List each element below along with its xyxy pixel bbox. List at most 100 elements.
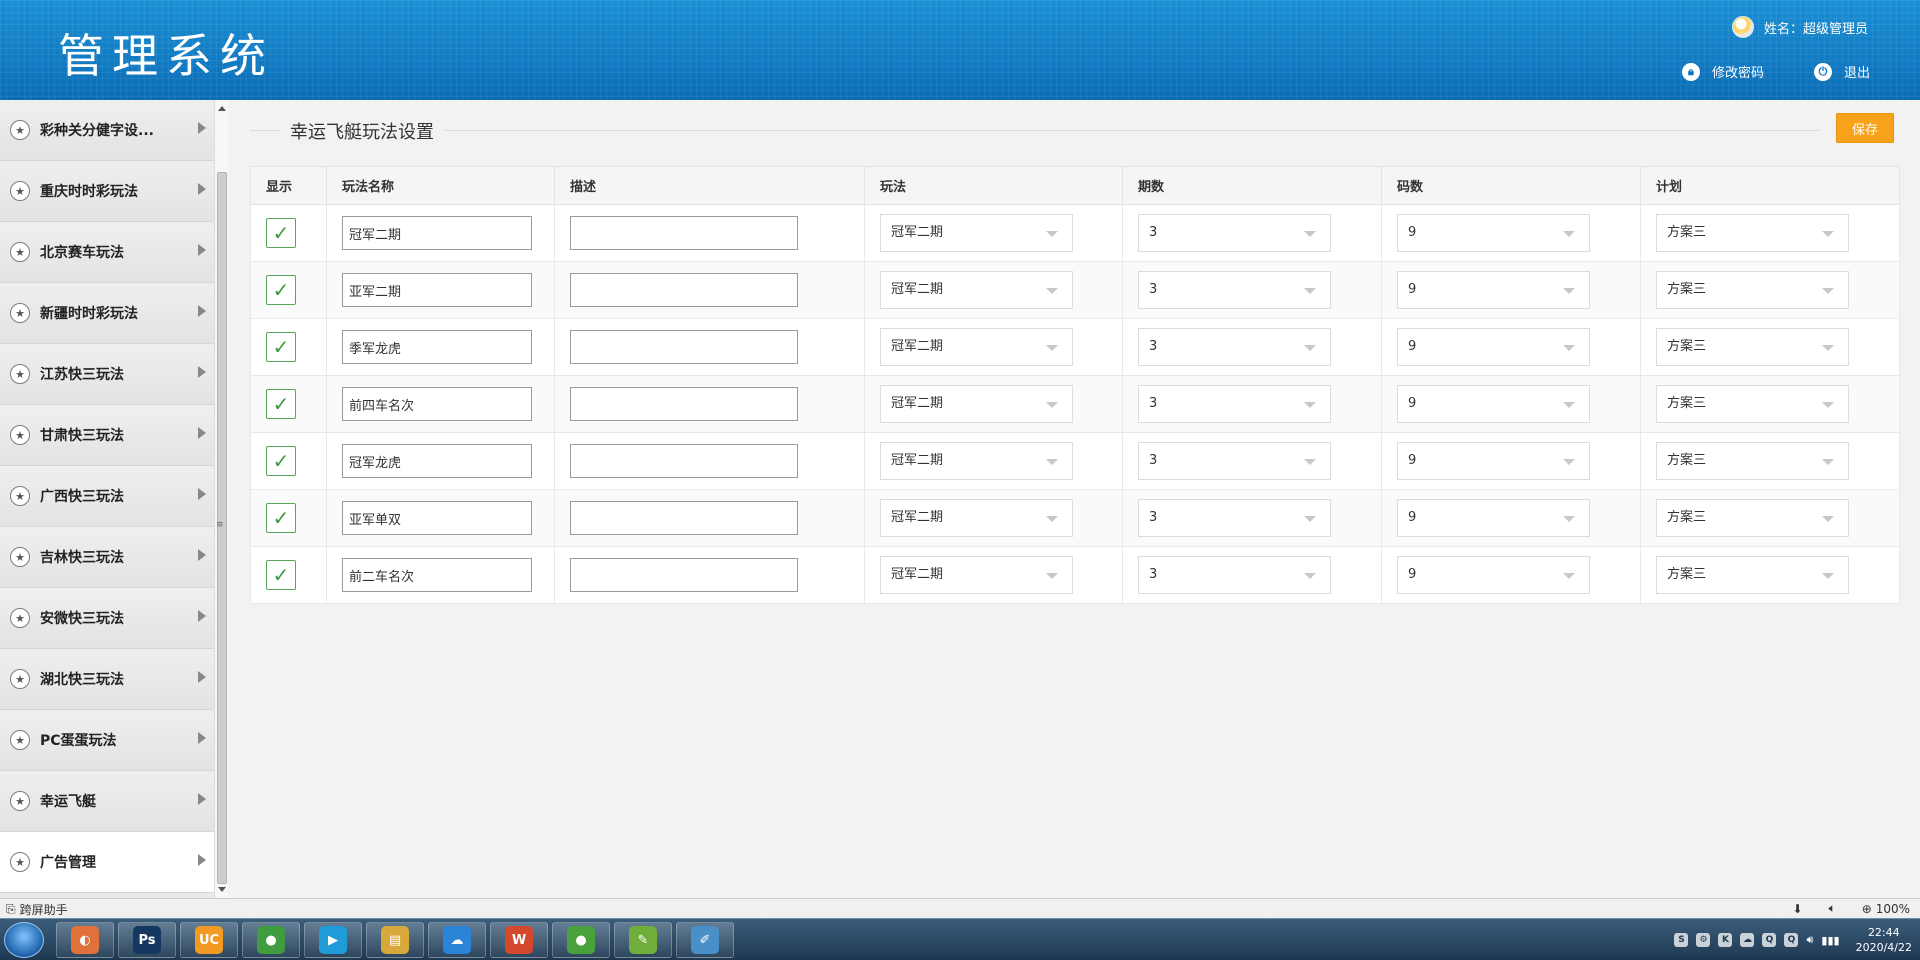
scroll-up-arrow-icon[interactable] bbox=[218, 106, 226, 111]
play-select[interactable]: 冠军二期 bbox=[880, 385, 1073, 423]
zoom-control[interactable]: ⊕ 100% bbox=[1862, 902, 1910, 916]
codes-select[interactable]: 9 bbox=[1397, 556, 1590, 594]
sidebar-scrollbar[interactable]: ≡ bbox=[214, 100, 228, 898]
codes-select[interactable]: 9 bbox=[1397, 271, 1590, 309]
change-password-link[interactable]: 🔒︎ 修改密码 bbox=[1681, 62, 1764, 81]
taskbar-app[interactable]: UC bbox=[180, 922, 238, 958]
tray-app-icon[interactable]: ⚙ bbox=[1696, 933, 1711, 947]
logout-link[interactable]: ⏻ 退出 bbox=[1813, 62, 1870, 81]
chrome-icon: ● bbox=[257, 926, 285, 954]
cell-show: ✓ bbox=[250, 489, 327, 547]
speaker-icon[interactable]: 🔊︎ bbox=[1806, 933, 1813, 947]
codes-select[interactable]: 9 bbox=[1397, 214, 1590, 252]
play-name-input[interactable] bbox=[342, 273, 532, 307]
clock[interactable]: 22:44 2020/4/22 bbox=[1856, 925, 1912, 955]
description-input[interactable] bbox=[570, 387, 798, 421]
taskbar-app[interactable]: W bbox=[490, 922, 548, 958]
description-input[interactable] bbox=[570, 501, 798, 535]
cell-desc bbox=[554, 204, 865, 262]
play-name-input[interactable] bbox=[342, 444, 532, 478]
plan-select[interactable]: 方案三 bbox=[1656, 442, 1849, 480]
network-icon[interactable]: ▮▮▮ bbox=[1821, 934, 1839, 947]
play-select[interactable]: 冠军二期 bbox=[880, 556, 1073, 594]
start-button[interactable] bbox=[4, 922, 44, 958]
description-input[interactable] bbox=[570, 216, 798, 250]
periods-select[interactable]: 3 bbox=[1138, 556, 1331, 594]
codes-select-value: 9 bbox=[1408, 453, 1417, 468]
status-left[interactable]: ⎘ 跨屏助手 bbox=[6, 901, 68, 918]
baidu-cloud-tray-icon[interactable]: ☁ bbox=[1740, 933, 1755, 947]
periods-select[interactable]: 3 bbox=[1138, 328, 1331, 366]
codes-select[interactable]: 9 bbox=[1397, 328, 1590, 366]
show-checkbox[interactable]: ✓ bbox=[266, 503, 296, 533]
plan-select[interactable]: 方案三 bbox=[1656, 385, 1849, 423]
codes-select[interactable]: 9 bbox=[1397, 442, 1590, 480]
save-button[interactable]: 保存 bbox=[1836, 113, 1894, 143]
taskbar-app[interactable]: ✐ bbox=[676, 922, 734, 958]
play-name-input[interactable] bbox=[342, 501, 532, 535]
periods-select[interactable]: 3 bbox=[1138, 214, 1331, 252]
sidebar-item[interactable]: ★ 吉林快三玩法 bbox=[0, 527, 214, 588]
play-select[interactable]: 冠军二期 bbox=[880, 328, 1073, 366]
sidebar-item[interactable]: ★ 重庆时时彩玩法 bbox=[0, 161, 214, 222]
show-checkbox[interactable]: ✓ bbox=[266, 332, 296, 362]
scroll-down-arrow-icon[interactable] bbox=[218, 887, 226, 892]
taskbar-app[interactable]: Ps bbox=[118, 922, 176, 958]
sidebar-item[interactable]: ★ 甘肃快三玩法 bbox=[0, 405, 214, 466]
sidebar-item[interactable]: ★ 新疆时时彩玩法 bbox=[0, 283, 214, 344]
play-select[interactable]: 冠军二期 bbox=[880, 499, 1073, 537]
plan-select[interactable]: 方案三 bbox=[1656, 499, 1849, 537]
download-icon[interactable]: ⬇ bbox=[1793, 902, 1803, 916]
sidebar-item[interactable]: ★ PC蛋蛋玩法 bbox=[0, 710, 214, 771]
play-name-input[interactable] bbox=[342, 330, 532, 364]
sidebar-item[interactable]: ★ 彩种关分健字设... bbox=[0, 100, 214, 161]
sidebar-item[interactable]: ★ 广西快三玩法 bbox=[0, 466, 214, 527]
periods-select[interactable]: 3 bbox=[1138, 271, 1331, 309]
show-checkbox[interactable]: ✓ bbox=[266, 446, 296, 476]
taskbar-app[interactable]: ✎ bbox=[614, 922, 672, 958]
periods-select[interactable]: 3 bbox=[1138, 442, 1331, 480]
kugou-icon[interactable]: K bbox=[1718, 933, 1733, 947]
show-checkbox[interactable]: ✓ bbox=[266, 218, 296, 248]
sidebar-item[interactable]: ★ 湖北快三玩法 bbox=[0, 649, 214, 710]
play-select[interactable]: 冠军二期 bbox=[880, 442, 1073, 480]
codes-select[interactable]: 9 bbox=[1397, 499, 1590, 537]
taskbar-app[interactable]: ☁ bbox=[428, 922, 486, 958]
periods-select[interactable]: 3 bbox=[1138, 499, 1331, 537]
plan-select[interactable]: 方案三 bbox=[1656, 214, 1849, 252]
play-name-input[interactable] bbox=[342, 387, 532, 421]
description-input[interactable] bbox=[570, 330, 798, 364]
sidebar-item[interactable]: ★ 北京赛车玩法 bbox=[0, 222, 214, 283]
sidebar-item[interactable]: ★ 安微快三玩法 bbox=[0, 588, 214, 649]
plan-select[interactable]: 方案三 bbox=[1656, 328, 1849, 366]
play-name-input[interactable] bbox=[342, 558, 532, 592]
description-input[interactable] bbox=[570, 273, 798, 307]
sogou-icon[interactable]: S bbox=[1674, 933, 1689, 947]
show-checkbox[interactable]: ✓ bbox=[266, 560, 296, 590]
description-input[interactable] bbox=[570, 558, 798, 592]
sidebar-item[interactable]: ★ 江苏快三玩法 bbox=[0, 344, 214, 405]
plan-select[interactable]: 方案三 bbox=[1656, 271, 1849, 309]
taskbar-app[interactable]: ▤ bbox=[366, 922, 424, 958]
chevron-right-icon bbox=[198, 366, 206, 378]
plan-select[interactable]: 方案三 bbox=[1656, 556, 1849, 594]
show-checkbox[interactable]: ✓ bbox=[266, 389, 296, 419]
sidebar-item-label: 安微快三玩法 bbox=[40, 611, 124, 627]
codes-select[interactable]: 9 bbox=[1397, 385, 1590, 423]
sidebar-item[interactable]: ★ 幸运飞艇 bbox=[0, 771, 214, 832]
taskbar-app[interactable]: ▶ bbox=[304, 922, 362, 958]
sidebar-item[interactable]: ★ 广告管理 bbox=[0, 832, 214, 893]
periods-select[interactable]: 3 bbox=[1138, 385, 1331, 423]
description-input[interactable] bbox=[570, 444, 798, 478]
show-checkbox[interactable]: ✓ bbox=[266, 275, 296, 305]
cell-periods: 3 bbox=[1122, 204, 1382, 262]
taskbar-app[interactable]: ● bbox=[242, 922, 300, 958]
taskbar-app[interactable]: ● bbox=[552, 922, 610, 958]
qq-second-icon[interactable]: Q bbox=[1784, 933, 1799, 947]
qq-icon[interactable]: Q bbox=[1762, 933, 1777, 947]
play-select[interactable]: 冠军二期 bbox=[880, 271, 1073, 309]
volume-icon[interactable]: 🔈︎ bbox=[1829, 901, 1836, 916]
play-select[interactable]: 冠军二期 bbox=[880, 214, 1073, 252]
play-name-input[interactable] bbox=[342, 216, 532, 250]
taskbar-app[interactable]: ◐ bbox=[56, 922, 114, 958]
